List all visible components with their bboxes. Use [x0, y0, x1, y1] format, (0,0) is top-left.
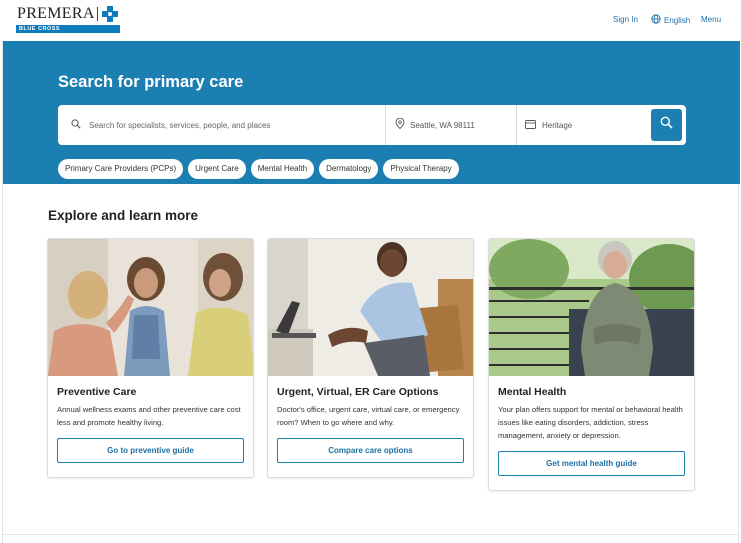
plan-value: Heritage — [542, 120, 573, 130]
globe-icon — [651, 14, 661, 28]
hero-search-banner: Search for primary care Search for speci… — [3, 41, 740, 184]
search-bar: Search for specialists, services, people… — [58, 105, 686, 145]
card-icon — [525, 116, 536, 134]
search-input[interactable]: Search for specialists, services, people… — [58, 105, 385, 145]
card-care-options: Urgent, Virtual, ER Care Options Doctor'… — [267, 238, 474, 478]
chip-dermatology[interactable]: Dermatology — [319, 159, 379, 179]
menu-link[interactable]: Menu — [701, 14, 721, 26]
card-body: Preventive Care Annual wellness exams an… — [48, 376, 253, 475]
card-description: Your plan offers support for mental or b… — [498, 405, 683, 440]
chip-mental-health[interactable]: Mental Health — [250, 159, 315, 179]
location-field[interactable]: Seattle, WA 98111 — [385, 105, 516, 145]
card-title: Urgent, Virtual, ER Care Options — [277, 386, 439, 398]
search-button[interactable] — [651, 109, 682, 141]
search-placeholder: Search for specialists, services, people… — [89, 120, 271, 130]
quick-filter-chips: Primary Care Providers (PCPs) Urgent Car… — [58, 159, 459, 179]
mental-health-guide-button[interactable]: Get mental health guide — [498, 451, 685, 476]
chip-urgent-care[interactable]: Urgent Care — [188, 159, 246, 179]
logo-bar: BLUE CROSS — [16, 25, 120, 33]
chip-physical-therapy[interactable]: Physical Therapy — [383, 159, 459, 179]
language-selector[interactable]: English — [651, 14, 690, 28]
search-icon — [660, 116, 673, 134]
chip-pcp[interactable]: Primary Care Providers (PCPs) — [58, 159, 184, 179]
language-label: English — [664, 16, 691, 25]
premera-logo[interactable]: PREMERA BLUE CROSS — [16, 6, 120, 34]
card-preventive-care: Preventive Care Annual wellness exams an… — [47, 238, 254, 478]
preventive-care-photo — [48, 239, 253, 376]
search-icon — [71, 116, 81, 134]
blue-cross-icon — [102, 6, 118, 22]
location-pin-icon — [395, 116, 405, 134]
logo-wordmark: PREMERA — [17, 5, 95, 22]
site-header: PREMERA BLUE CROSS Sign In English Menu — [0, 0, 741, 41]
location-value: Seattle, WA 98111 — [410, 120, 475, 130]
mental-health-photo — [489, 239, 694, 376]
card-body: Urgent, Virtual, ER Care Options Doctor'… — [268, 376, 473, 475]
hero-title: Search for primary care — [58, 73, 244, 91]
card-mental-health: Mental Health Your plan offers support f… — [488, 238, 695, 491]
care-options-photo — [268, 239, 473, 376]
card-description: Doctor's office, urgent care, virtual ca… — [277, 405, 460, 427]
card-title: Mental Health — [498, 386, 567, 398]
plan-field[interactable]: Heritage — [516, 105, 647, 145]
card-description: Annual wellness exams and other preventi… — [57, 405, 241, 427]
sign-in-link[interactable]: Sign In — [613, 14, 638, 26]
explore-section-title: Explore and learn more — [48, 208, 199, 223]
logo-divider — [97, 7, 98, 21]
card-title: Preventive Care — [57, 386, 137, 398]
card-body: Mental Health Your plan offers support f… — [489, 376, 694, 488]
logo-subtext: BLUE CROSS — [19, 26, 61, 32]
footer-divider — [3, 534, 740, 535]
compare-care-options-button[interactable]: Compare care options — [277, 438, 464, 463]
preventive-guide-button[interactable]: Go to preventive guide — [57, 438, 244, 463]
